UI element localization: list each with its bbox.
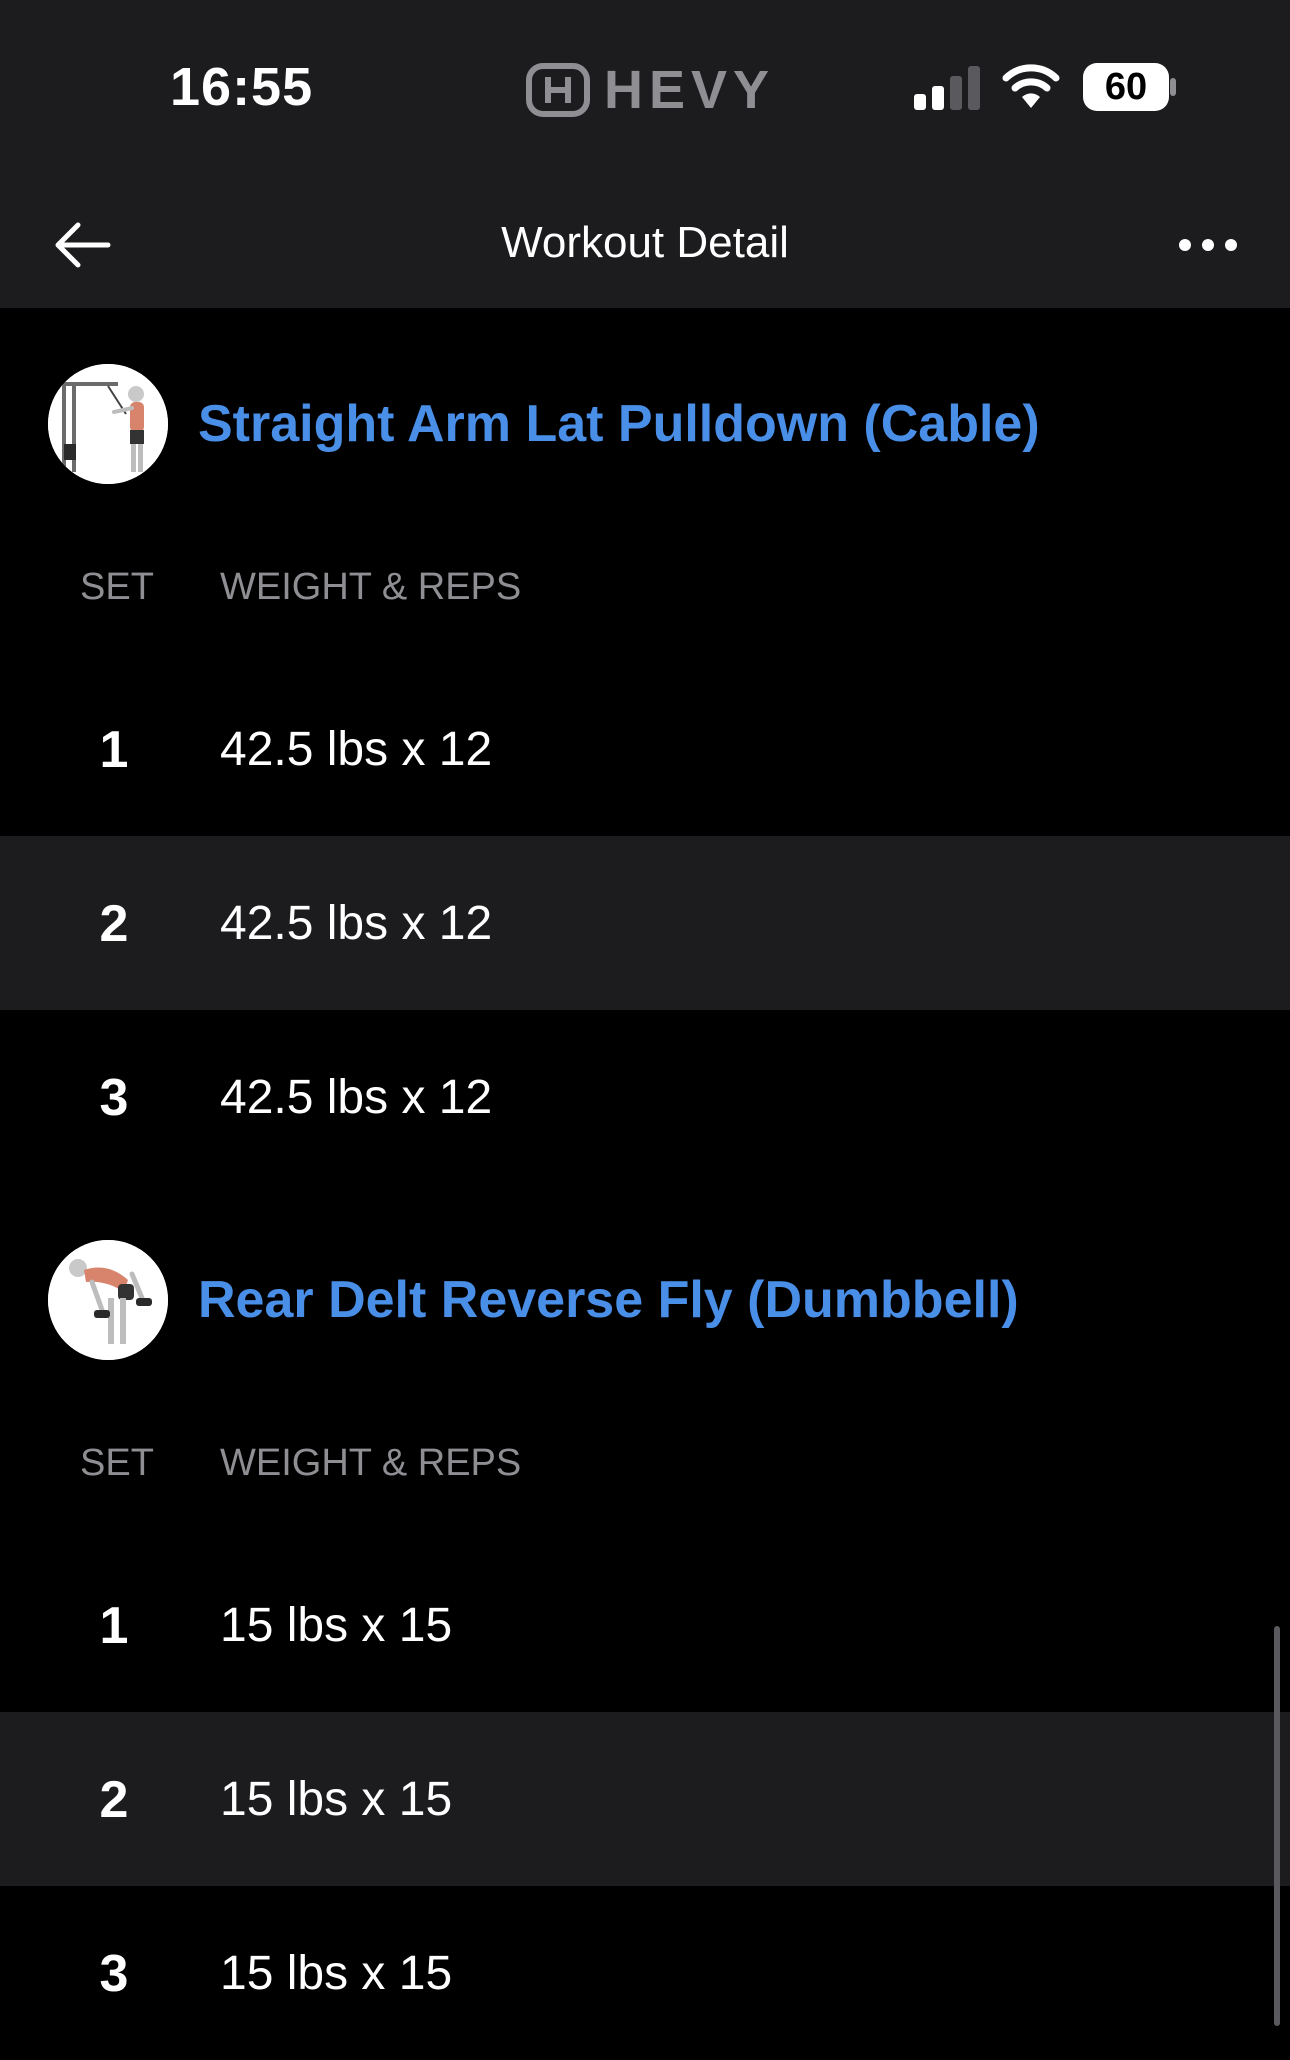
set-number: 1 bbox=[99, 721, 129, 779]
workout-content: Straight Arm Lat Pulldown (Cable) SET WE… bbox=[0, 308, 1290, 2060]
exercise-thumbnail[interactable] bbox=[48, 1240, 168, 1360]
set-column-headers: SET WEIGHT & REPS bbox=[0, 548, 1290, 662]
set-row: 2 42.5 lbs x 12 bbox=[0, 836, 1290, 1010]
app-logo: HEVY bbox=[526, 58, 775, 122]
set-number: 3 bbox=[99, 1069, 129, 1127]
dumbbell-fly-thumbnail bbox=[48, 1240, 168, 1360]
set-weight-reps: 15 lbs x 15 bbox=[220, 1599, 453, 1652]
set-weight-reps: 42.5 lbs x 12 bbox=[220, 1071, 493, 1124]
page-title: Workout Detail bbox=[501, 218, 789, 267]
wifi-icon bbox=[1002, 64, 1060, 108]
cable-pulldown-thumbnail bbox=[48, 364, 168, 484]
exercise-header: Rear Delt Reverse Fly (Dumbbell) bbox=[0, 1184, 1290, 1424]
set-number: 3 bbox=[99, 1945, 129, 2003]
set-column-headers: SET WEIGHT & REPS bbox=[0, 1424, 1290, 1538]
exercise-block: Rear Delt Reverse Fly (Dumbbell) SET WEI… bbox=[0, 1184, 1290, 2060]
battery-level: 60 bbox=[1104, 66, 1148, 108]
hevy-logo-icon bbox=[526, 63, 590, 117]
set-column-label: SET bbox=[80, 1442, 154, 1484]
set-row: 1 42.5 lbs x 12 bbox=[0, 662, 1290, 836]
set-row: 2 15 lbs x 15 bbox=[0, 1712, 1290, 1886]
app-logo-text: HEVY bbox=[604, 60, 776, 120]
set-row: 3 42.5 lbs x 12 bbox=[0, 1010, 1290, 1184]
set-weight-reps: 42.5 lbs x 12 bbox=[220, 723, 493, 776]
set-weight-reps: 15 lbs x 15 bbox=[220, 1773, 453, 1826]
set-weight-reps: 42.5 lbs x 12 bbox=[220, 897, 493, 950]
set-number: 2 bbox=[99, 895, 129, 953]
status-bar: 16:55 HEVY 60 bbox=[0, 0, 1290, 175]
set-number: 1 bbox=[99, 1597, 129, 1655]
set-row: 1 15 lbs x 15 bbox=[0, 1538, 1290, 1712]
weight-reps-column-label: WEIGHT & REPS bbox=[220, 566, 522, 608]
set-number: 2 bbox=[99, 1771, 129, 1829]
exercise-title[interactable]: Straight Arm Lat Pulldown (Cable) bbox=[198, 394, 1040, 454]
more-horizontal-icon bbox=[1179, 239, 1237, 251]
weight-reps-column-label: WEIGHT & REPS bbox=[220, 1442, 522, 1484]
status-time: 16:55 bbox=[170, 57, 314, 117]
set-weight-reps: 15 lbs x 15 bbox=[220, 1947, 453, 2000]
exercise-thumbnail[interactable] bbox=[48, 364, 168, 484]
exercise-title[interactable]: Rear Delt Reverse Fly (Dumbbell) bbox=[198, 1270, 1019, 1330]
scroll-indicator[interactable] bbox=[1274, 1626, 1280, 2026]
set-row: 3 15 lbs x 15 bbox=[0, 1886, 1290, 2060]
exercise-header: Straight Arm Lat Pulldown (Cable) bbox=[0, 308, 1290, 548]
cellular-signal-icon bbox=[914, 66, 980, 110]
nav-bar: Workout Detail bbox=[0, 175, 1290, 308]
more-options-button[interactable] bbox=[1168, 205, 1248, 285]
exercise-block: Straight Arm Lat Pulldown (Cable) SET WE… bbox=[0, 308, 1290, 1184]
top-bar: 16:55 HEVY 60 Workout Detail bbox=[0, 0, 1290, 308]
set-column-label: SET bbox=[80, 566, 154, 608]
